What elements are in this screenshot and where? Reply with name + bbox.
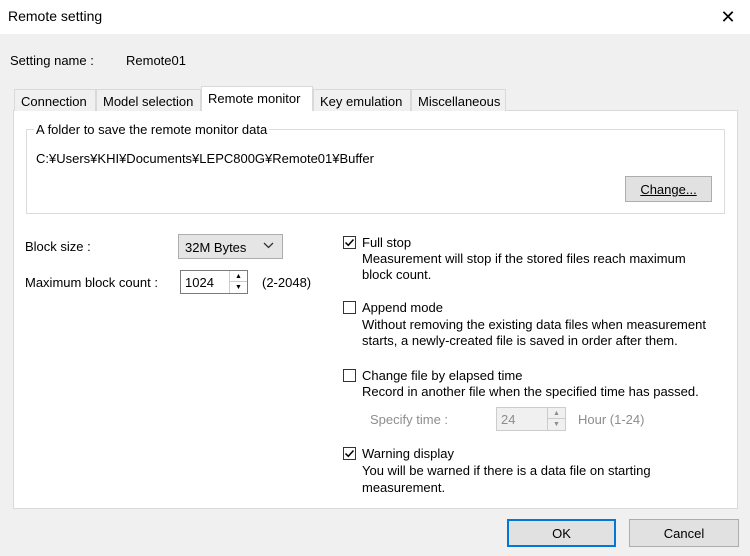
tab-label: Model selection — [103, 94, 194, 109]
warning-display-checkbox[interactable] — [343, 447, 356, 460]
cancel-button[interactable]: Cancel — [629, 519, 739, 547]
tab-model-selection[interactable]: Model selection — [96, 89, 201, 111]
full-stop-desc-line1: Measurement will stop if the stored file… — [362, 251, 686, 266]
tab-label: Remote monitor — [208, 91, 301, 106]
max-block-count-label: Maximum block count : — [25, 275, 158, 290]
warning-display-label[interactable]: Warning display — [362, 446, 454, 461]
full-stop-desc-line2: block count. — [362, 267, 432, 282]
setting-name-value: Remote01 — [126, 53, 186, 68]
append-mode-label[interactable]: Append mode — [362, 300, 443, 315]
specify-time-unit: Hour (1-24) — [578, 412, 645, 427]
tab-connection[interactable]: Connection — [14, 89, 96, 111]
ok-button-label: OK — [552, 525, 571, 541]
append-mode-desc-line1: Without removing the existing data files… — [362, 317, 706, 332]
warning-display-desc-line1: You will be warned if there is a data fi… — [362, 463, 651, 478]
full-stop-checkbox[interactable] — [343, 236, 356, 249]
arrow-up-icon: ▲ — [553, 409, 560, 417]
specify-time-label: Specify time : — [370, 412, 449, 427]
block-size-label: Block size : — [25, 239, 91, 254]
checkmark-icon — [344, 449, 355, 458]
spin-up-button[interactable]: ▲ — [548, 408, 565, 419]
specify-time-value: 24 — [501, 412, 516, 427]
change-folder-button[interactable]: Change... — [625, 176, 712, 202]
warning-display-desc-line2: measurement. — [362, 480, 446, 495]
cancel-button-label: Cancel — [663, 525, 705, 541]
chevron-down-icon — [263, 238, 274, 255]
folder-group-title: A folder to save the remote monitor data — [34, 122, 270, 137]
block-size-value: 32M Bytes — [185, 240, 247, 255]
close-button[interactable]: ✕ — [706, 0, 750, 34]
tab-label: Connection — [21, 94, 87, 109]
max-block-count-value: 1024 — [185, 275, 214, 290]
change-file-desc: Record in another file when the specifie… — [362, 384, 699, 399]
setting-name-label: Setting name : — [10, 53, 94, 68]
spinner-buttons: ▲ ▼ — [229, 271, 247, 293]
max-block-count-range: (2-2048) — [262, 275, 312, 290]
change-file-checkbox[interactable] — [343, 369, 356, 382]
append-mode-checkbox[interactable] — [343, 301, 356, 314]
tab-label: Key emulation — [320, 94, 403, 109]
close-icon: ✕ — [720, 6, 736, 27]
arrow-up-icon: ▲ — [235, 272, 242, 280]
change-button-label: Change... — [640, 181, 697, 197]
title-bar: Remote setting ✕ — [0, 0, 750, 34]
change-file-label[interactable]: Change file by elapsed time — [362, 368, 522, 383]
tab-remote-monitor[interactable]: Remote monitor — [201, 86, 313, 111]
folder-path: C:¥Users¥KHI¥Documents¥LEPC800G¥Remote01… — [36, 151, 374, 166]
block-size-select[interactable]: 32M Bytes — [178, 234, 283, 259]
max-block-count-spinner[interactable]: 1024 ▲ ▼ — [180, 270, 248, 294]
full-stop-label[interactable]: Full stop — [362, 235, 411, 250]
specify-time-spinner[interactable]: 24 ▲ ▼ — [496, 407, 566, 431]
tab-key-emulation[interactable]: Key emulation — [313, 89, 411, 111]
arrow-down-icon: ▼ — [235, 284, 242, 291]
tab-miscellaneous[interactable]: Miscellaneous — [411, 89, 506, 111]
window-title: Remote setting — [8, 8, 103, 24]
spin-up-button[interactable]: ▲ — [230, 271, 247, 282]
spin-down-button[interactable]: ▼ — [548, 419, 565, 430]
tab-label: Miscellaneous — [418, 94, 501, 109]
spin-down-button[interactable]: ▼ — [230, 282, 247, 293]
arrow-down-icon: ▼ — [553, 421, 560, 428]
folder-groupbox — [26, 129, 725, 214]
checkmark-icon — [344, 238, 355, 247]
append-mode-desc-line2: starts, a newly-created file is saved in… — [362, 333, 678, 348]
spinner-buttons: ▲ ▼ — [547, 408, 565, 430]
ok-button[interactable]: OK — [507, 519, 616, 547]
